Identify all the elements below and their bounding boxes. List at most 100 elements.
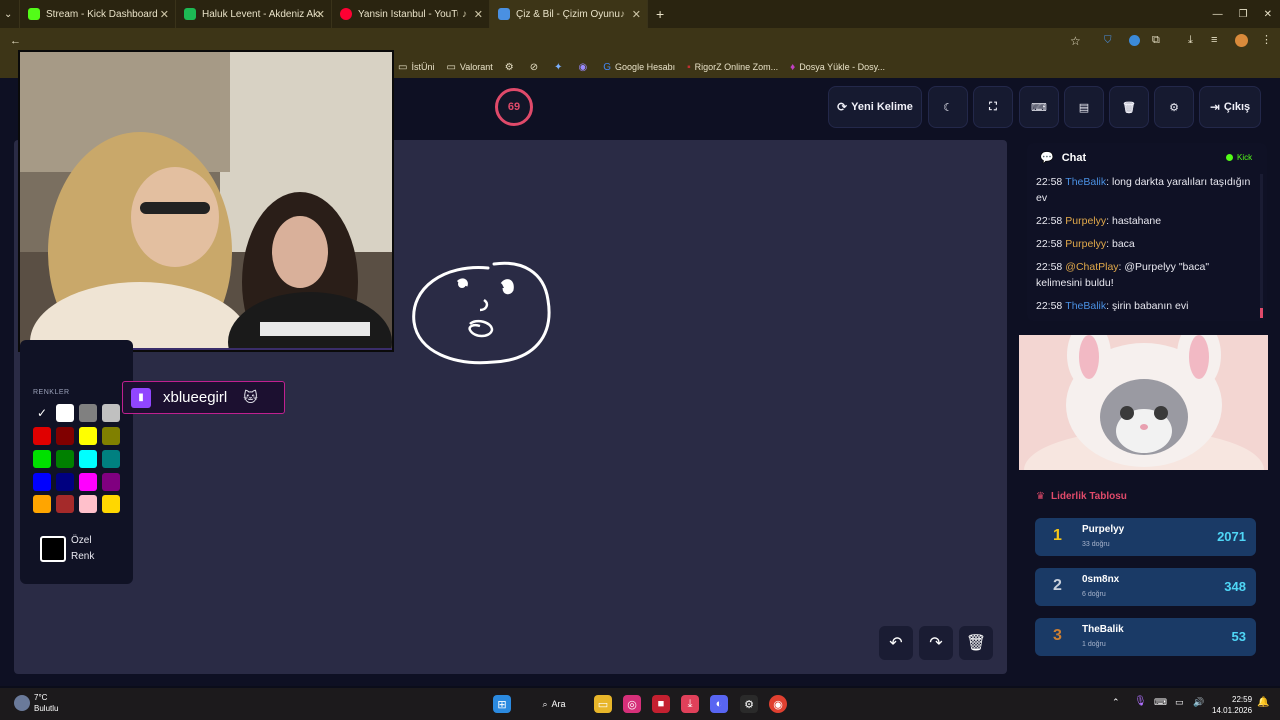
undo-button[interactable]: ↶	[879, 626, 913, 660]
chat-scrollbar[interactable]	[1260, 174, 1263, 318]
leaderboard-rank: 2	[1053, 577, 1062, 594]
bookmark-item[interactable]: ♦ Dosya Yükle - Dosy...	[790, 62, 885, 73]
download-icon[interactable]: ⤓	[1188, 34, 1193, 47]
keyboard-button[interactable]: ⌨	[1019, 86, 1059, 128]
custom-color-swatch[interactable]	[40, 536, 66, 562]
color-swatch[interactable]	[79, 404, 97, 422]
chrome-icon[interactable]: ◉	[769, 695, 787, 713]
archive-button[interactable]: ▤	[1064, 86, 1104, 128]
extension-icon[interactable]	[1129, 35, 1140, 46]
color-swatch[interactable]	[102, 404, 120, 422]
puzzle-icon[interactable]: ⧉	[1152, 34, 1160, 47]
taskbar-clock[interactable]: 22:59 14.01.2026	[1212, 694, 1252, 716]
color-swatch[interactable]	[56, 404, 74, 422]
tab-youtube[interactable]: Yansin Istanbul - YouTube ♪ ✕	[332, 0, 490, 28]
bookmark-item[interactable]: ▪ RigorZ Online Zom...	[687, 62, 778, 73]
exit-button[interactable]: ⇥ Çıkış	[1199, 86, 1261, 128]
bookmark-item[interactable]: G Google Hesabı	[603, 62, 675, 73]
network-icon[interactable]: ▭	[1175, 697, 1184, 708]
color-swatch-selected[interactable]: ✓	[33, 404, 51, 422]
google-icon: G	[603, 61, 612, 73]
chat-username[interactable]: Purpelyy	[1065, 215, 1106, 227]
shield-icon[interactable]: ⛉	[1104, 35, 1112, 46]
color-swatch[interactable]	[56, 427, 74, 445]
color-swatch[interactable]	[102, 495, 120, 513]
discord-icon[interactable]: ◐	[710, 695, 728, 713]
color-swatch[interactable]	[102, 427, 120, 445]
maximize-icon[interactable]: ❐	[1231, 0, 1256, 28]
close-icon[interactable]: ✕	[632, 8, 641, 21]
taskbar-search[interactable]: ⌕ Ara	[530, 694, 578, 714]
more-icon[interactable]: ⋮	[1261, 33, 1272, 46]
tab-menu-button[interactable]: ⌄	[0, 0, 20, 28]
custom-color-label[interactable]: Özel Renk	[71, 533, 94, 565]
app-red-icon[interactable]: ■	[652, 695, 670, 713]
color-swatch[interactable]	[102, 473, 120, 491]
clear-canvas-button[interactable]: 🗑	[959, 626, 993, 660]
reading-list-icon[interactable]: ≡	[1211, 34, 1217, 46]
speaker-icon[interactable]: ♪	[462, 9, 467, 20]
bookmark-icon-item[interactable]: ✦	[554, 62, 566, 73]
redo-button[interactable]: ↷	[919, 626, 953, 660]
bookmark-item[interactable]: ▭ İstÜni	[398, 62, 434, 73]
bookmark-icon-item[interactable]: ◉	[579, 62, 592, 73]
color-swatch[interactable]	[33, 427, 51, 445]
tab-kick-dashboard[interactable]: Stream - Kick Dashboard ✕	[20, 0, 176, 28]
chat-username[interactable]: TheBalik	[1065, 176, 1106, 188]
chat-username[interactable]: @ChatPlay	[1065, 261, 1118, 273]
volume-icon[interactable]: 🔊	[1193, 697, 1204, 708]
tab-music[interactable]: Haluk Levent - Akdeniz Akşamla ✕	[176, 0, 332, 28]
color-swatch[interactable]	[79, 427, 97, 445]
color-swatch[interactable]	[79, 473, 97, 491]
color-swatch[interactable]	[33, 450, 51, 468]
cat-picture	[1019, 335, 1268, 470]
color-swatch[interactable]	[33, 473, 51, 491]
color-swatch[interactable]	[56, 473, 74, 491]
delete-button[interactable]: 🗑	[1109, 86, 1149, 128]
bookmark-icon-item[interactable]: ⊘	[530, 62, 542, 73]
bookmark-item[interactable]: ▭ Valorant	[446, 62, 492, 73]
fullscreen-button[interactable]: ⛶	[973, 86, 1013, 128]
weather-temp: 7°C	[34, 693, 48, 702]
chat-message-time: 22:58	[1036, 215, 1063, 227]
refresh-icon: ⟳	[837, 100, 848, 114]
close-icon[interactable]: ✕	[160, 8, 169, 21]
new-word-label: Yeni Kelime	[851, 101, 913, 113]
eye-icon: ◉	[578, 61, 588, 73]
color-swatch[interactable]	[56, 495, 74, 513]
bookmark-icon-item[interactable]: ⚙	[505, 62, 518, 73]
new-word-button[interactable]: ⟳ Yeni Kelime	[828, 86, 922, 128]
app-download-icon[interactable]: ⤓	[681, 695, 699, 713]
window-close-icon[interactable]: ✕	[1256, 0, 1280, 28]
settings-button[interactable]: ⚙	[1154, 86, 1194, 128]
minimize-icon[interactable]: —	[1205, 0, 1231, 28]
microphone-icon[interactable]: 🎙	[1134, 696, 1147, 707]
weather-widget[interactable]: 7°C Bulutlu	[14, 692, 58, 714]
theme-toggle-button[interactable]: ☾	[928, 86, 968, 128]
star-icon[interactable]: ☆	[1070, 34, 1081, 48]
tab-ciz-bil[interactable]: Çiz & Bil - Çizim Oyunu ♪ ✕	[490, 0, 648, 28]
trash-icon: 🗑	[965, 635, 987, 652]
color-swatch[interactable]	[102, 450, 120, 468]
chat-header: 💬 Chat	[1040, 151, 1086, 165]
speaker-icon[interactable]: ♪	[620, 9, 625, 20]
steam-icon[interactable]: ⚙	[740, 695, 758, 713]
close-icon[interactable]: ✕	[316, 8, 325, 21]
new-tab-button[interactable]: +	[648, 0, 672, 28]
tray-chevron-icon[interactable]: ⌃	[1112, 697, 1120, 708]
start-icon[interactable]: ⊞	[493, 695, 511, 713]
chat-username[interactable]: Purpelyy	[1065, 238, 1106, 250]
back-icon[interactable]: ←	[10, 35, 21, 47]
keyboard-tray-icon[interactable]: ⌨	[1154, 697, 1167, 708]
color-swatch[interactable]	[56, 450, 74, 468]
file-explorer-icon[interactable]: ▭	[594, 695, 612, 713]
notification-icon[interactable]: 🔔	[1257, 697, 1269, 708]
instagram-icon[interactable]: ◎	[623, 695, 641, 713]
chat-username[interactable]: TheBalik	[1065, 300, 1106, 312]
avatar[interactable]	[1235, 34, 1248, 47]
color-swatch[interactable]	[79, 495, 97, 513]
color-swatch[interactable]	[33, 495, 51, 513]
redo-icon: ↷	[929, 635, 943, 652]
color-swatch[interactable]	[79, 450, 97, 468]
close-icon[interactable]: ✕	[474, 8, 483, 21]
